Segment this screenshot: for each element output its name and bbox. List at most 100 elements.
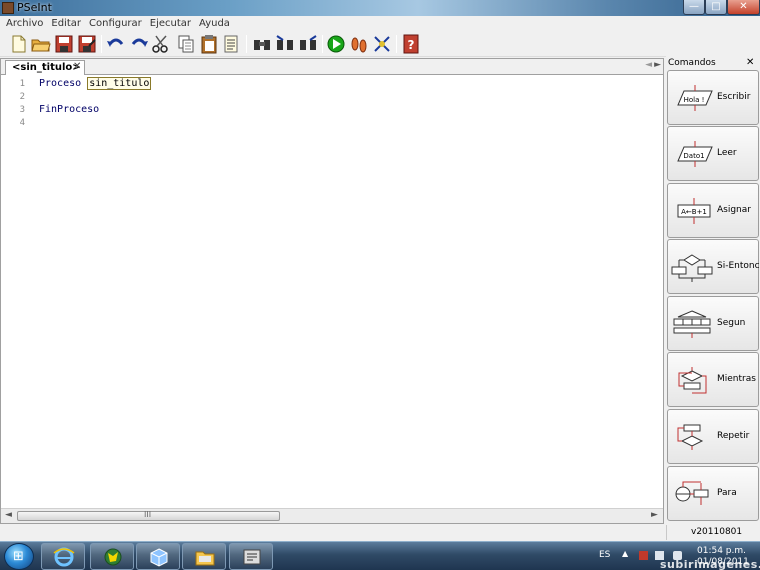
command-repetir-button[interactable]: Repetir bbox=[667, 409, 759, 464]
scrollbar-grip: III bbox=[144, 510, 152, 519]
file-explorer-icon bbox=[195, 551, 215, 566]
flag-icon[interactable] bbox=[639, 551, 648, 560]
menu-ejecutar[interactable]: Ejecutar bbox=[146, 16, 195, 31]
command-si-entonces-button[interactable]: Si-Entonces bbox=[667, 239, 760, 294]
taskbar: ⊞ ES ▲ 01:54 p.m. 01/08/2011 subirimagen… bbox=[0, 541, 760, 570]
command-label: Si-Entonces bbox=[717, 261, 760, 271]
taskbar-pseint[interactable] bbox=[229, 543, 273, 570]
show-hidden-icons-icon[interactable]: ▲ bbox=[622, 549, 628, 558]
copy-icon[interactable] bbox=[176, 34, 196, 54]
language-indicator[interactable]: ES bbox=[599, 550, 610, 560]
switch-icon bbox=[673, 310, 711, 338]
menu-ayuda[interactable]: Ayuda bbox=[195, 16, 234, 31]
cut-icon[interactable] bbox=[151, 34, 171, 54]
line-number: 4 bbox=[19, 118, 25, 128]
find-next-icon[interactable] bbox=[298, 34, 318, 54]
menu-editar[interactable]: Editar bbox=[47, 16, 85, 31]
taskbar-file-explorer[interactable] bbox=[182, 543, 226, 570]
undo-icon[interactable] bbox=[106, 34, 126, 54]
command-segun-button[interactable]: Segun bbox=[667, 296, 759, 351]
line-number: 3 bbox=[19, 105, 25, 115]
menu-bar: Archivo Editar Configurar Ejecutar Ayuda bbox=[0, 16, 760, 31]
commands-title: Comandos bbox=[668, 58, 716, 68]
command-escribir-button[interactable]: Hola ! Escribir bbox=[667, 70, 759, 125]
pseint-app-icon bbox=[243, 549, 261, 565]
windows-logo-icon: ⊞ bbox=[13, 549, 24, 564]
for-loop-icon bbox=[675, 481, 709, 505]
repeat-loop-icon bbox=[677, 424, 704, 450]
scroll-left-icon[interactable]: ◄ bbox=[5, 510, 12, 520]
toolbar: ? bbox=[0, 31, 760, 57]
window-title: PSeInt bbox=[17, 1, 52, 14]
version-label: v20110801 bbox=[691, 527, 743, 537]
code-line-3: FinProceso bbox=[39, 104, 99, 115]
minimize-button[interactable]: — bbox=[683, 0, 705, 15]
scroll-right-icon[interactable]: ► bbox=[651, 510, 658, 520]
scrollbar-thumb[interactable]: III bbox=[17, 510, 280, 521]
find-icon[interactable] bbox=[252, 34, 272, 54]
leer-glyph: Dato1 bbox=[683, 152, 704, 160]
line-number: 2 bbox=[19, 92, 25, 102]
tab-scroll-left-icon[interactable]: ◄ bbox=[645, 60, 652, 70]
command-label: Leer bbox=[717, 148, 737, 158]
code-editor[interactable]: 1 Proceso sin_titulo 2 3 FinProceso 4 bbox=[1, 76, 663, 508]
keyword-proceso: Proceso bbox=[39, 78, 82, 89]
keyword-finproceso: FinProceso bbox=[39, 104, 100, 115]
help-icon[interactable]: ? bbox=[401, 34, 421, 54]
taskbar-cube-app[interactable] bbox=[136, 543, 180, 570]
status-bar: v20110801 bbox=[0, 524, 760, 541]
new-file-icon[interactable] bbox=[9, 34, 29, 54]
tab-sin-titulo[interactable]: <sin_titulo> ✕ bbox=[5, 60, 85, 75]
line-number: 1 bbox=[19, 79, 25, 89]
tab-scroll-right-icon[interactable]: ► bbox=[654, 60, 661, 70]
editor: <sin_titulo> ✕ ◄ ► 1 Proceso sin_titulo … bbox=[0, 58, 664, 524]
menu-configurar[interactable]: Configurar bbox=[85, 16, 146, 31]
command-leer-button[interactable]: Dato1 Leer bbox=[667, 126, 759, 181]
command-label: Asignar bbox=[717, 205, 751, 215]
asignar-glyph: A←B+1 bbox=[681, 208, 707, 216]
command-label: Segun bbox=[717, 318, 746, 328]
command-label: Repetir bbox=[717, 431, 750, 441]
run-icon[interactable] bbox=[326, 34, 346, 54]
step-by-step-icon[interactable] bbox=[349, 34, 369, 54]
open-folder-icon[interactable] bbox=[31, 34, 51, 54]
maps-app-icon bbox=[104, 548, 122, 566]
while-loop-icon bbox=[678, 367, 707, 394]
save-icon[interactable] bbox=[54, 34, 74, 54]
watermark: subirimagenes.net bbox=[660, 558, 760, 570]
taskbar-internet-explorer[interactable] bbox=[41, 543, 85, 570]
commands-panel: Comandos ✕ Hola ! Escribir Dato1 Leer A←… bbox=[666, 56, 760, 524]
command-asignar-button[interactable]: A←B+1 Asignar bbox=[667, 183, 759, 238]
redo-icon[interactable] bbox=[129, 34, 149, 54]
tab-label: <sin_titulo> bbox=[12, 62, 81, 73]
close-button[interactable]: ✕ bbox=[727, 0, 760, 15]
debug-icon[interactable] bbox=[372, 34, 392, 54]
find-previous-icon[interactable] bbox=[275, 34, 295, 54]
process-name: sin_titulo bbox=[87, 77, 152, 90]
internet-explorer-icon bbox=[53, 547, 75, 567]
menu-archivo[interactable]: Archivo bbox=[2, 16, 47, 31]
maximize-button[interactable]: □ bbox=[705, 0, 727, 15]
title-bar: PSeInt — □ ✕ bbox=[0, 0, 760, 16]
read-input-icon: Dato1 bbox=[677, 141, 713, 167]
escribir-glyph: Hola ! bbox=[684, 96, 705, 104]
command-para-button[interactable]: Para bbox=[667, 466, 759, 521]
save-as-icon[interactable] bbox=[77, 34, 97, 54]
assign-icon: A←B+1 bbox=[677, 198, 711, 224]
commands-close-icon[interactable]: ✕ bbox=[746, 57, 754, 68]
paste-icon[interactable] bbox=[199, 34, 219, 54]
start-button[interactable]: ⊞ bbox=[4, 543, 34, 570]
edit-icon[interactable] bbox=[222, 34, 242, 54]
horizontal-scrollbar[interactable]: ◄ III ► bbox=[1, 508, 663, 523]
editor-tabstrip: <sin_titulo> ✕ ◄ ► bbox=[1, 59, 663, 75]
version-panel: v20110801 bbox=[666, 525, 760, 540]
command-mientras-button[interactable]: Mientras bbox=[667, 352, 759, 407]
if-then-icon bbox=[671, 254, 713, 282]
code-line-1: Proceso sin_titulo bbox=[39, 77, 152, 90]
command-label: Mientras bbox=[717, 374, 756, 384]
tab-close-icon[interactable]: ✕ bbox=[73, 61, 81, 72]
taskbar-maps-app[interactable] bbox=[90, 543, 134, 570]
svg-text:?: ? bbox=[408, 38, 415, 52]
command-label: Para bbox=[717, 488, 737, 498]
clock-time[interactable]: 01:54 p.m. bbox=[697, 546, 746, 556]
